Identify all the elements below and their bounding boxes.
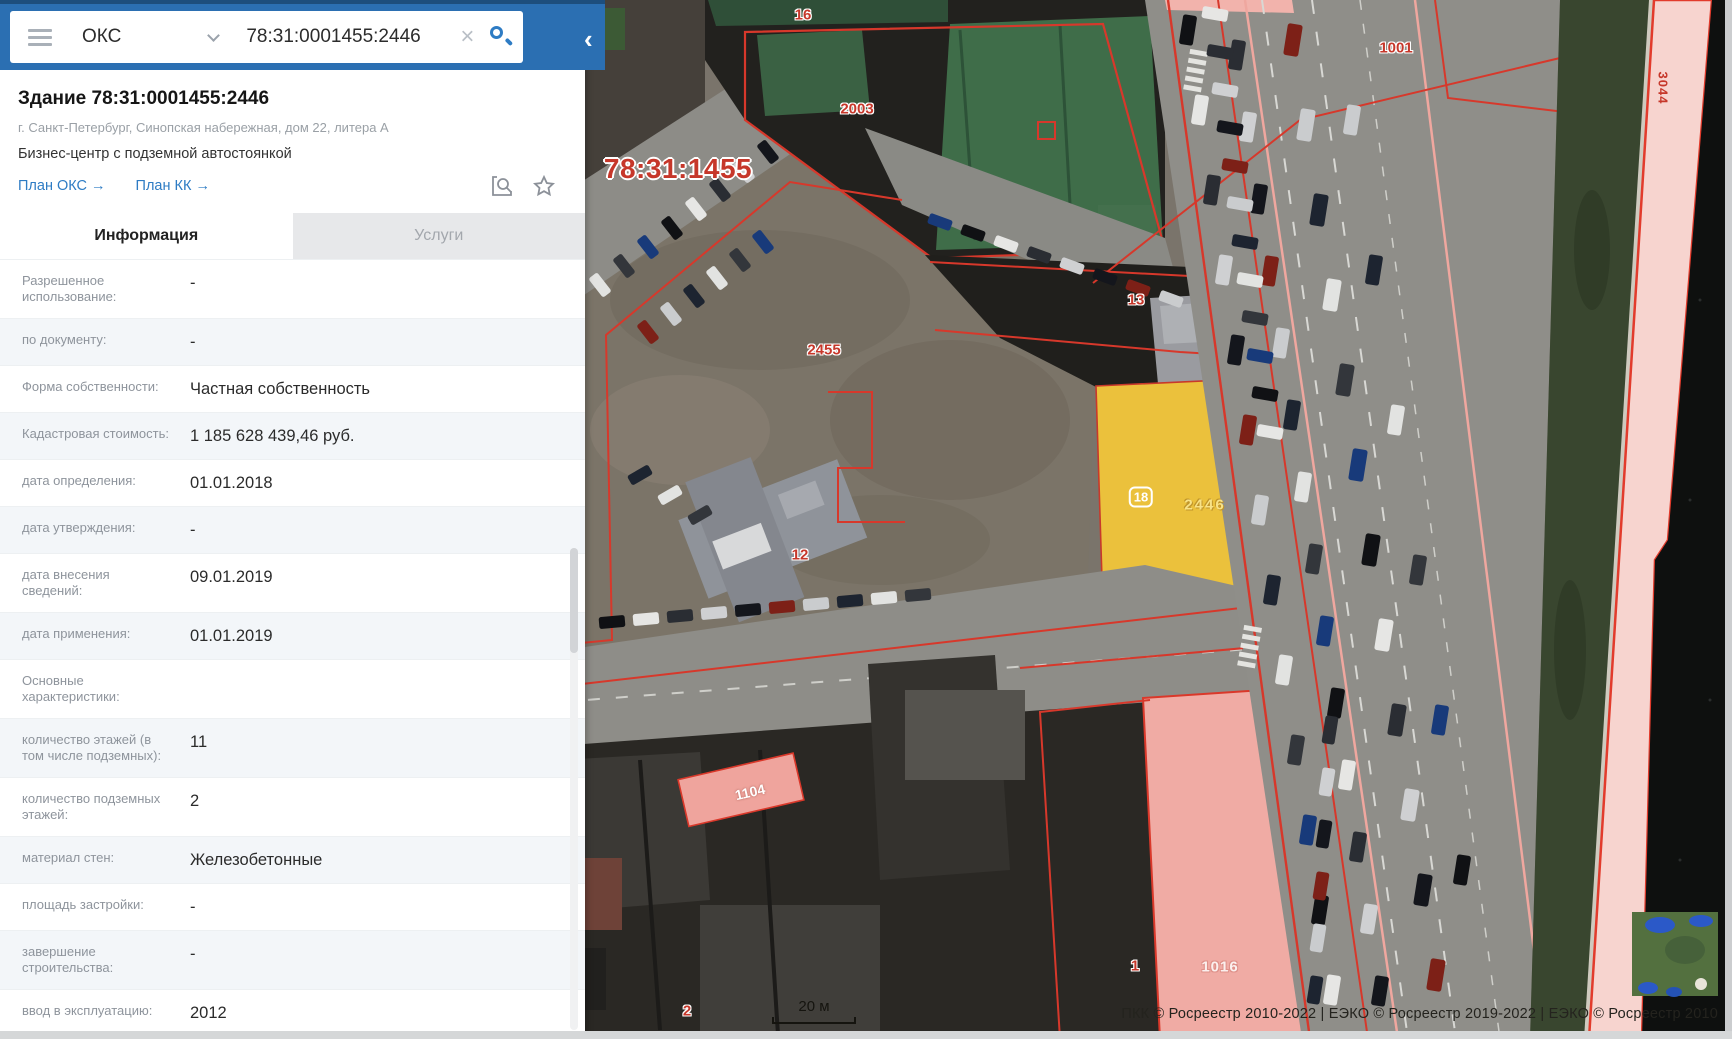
info-row-value: 2012 bbox=[190, 1003, 227, 1023]
info-row-label: по документу: bbox=[22, 332, 172, 352]
info-row-value: 01.01.2019 bbox=[190, 626, 273, 646]
info-row: дата утверждения:- bbox=[0, 506, 585, 553]
info-row-label: Основные характеристики: bbox=[22, 673, 172, 705]
plan-kk-link[interactable]: План КК → bbox=[136, 178, 210, 194]
search-category-select[interactable]: ОКС bbox=[52, 26, 218, 48]
info-row-label: дата утверждения: bbox=[22, 520, 172, 540]
menu-icon[interactable] bbox=[28, 25, 52, 50]
plan-oks-link[interactable]: План ОКС → bbox=[18, 178, 106, 194]
info-row-value: 1 185 628 439,46 руб. bbox=[190, 426, 355, 446]
info-row: дата внесения сведений: 09.01.2019 bbox=[0, 553, 585, 612]
info-row-label: дата применения: bbox=[22, 626, 172, 646]
info-row-label: дата определения: bbox=[22, 473, 172, 493]
search-header: ОКС × ‹ bbox=[0, 0, 605, 70]
map-attribution: ПКК © Росреестр 2010-2022 | ЕЭКО © Росре… bbox=[1121, 1006, 1718, 1022]
chevron-down-icon bbox=[207, 29, 220, 42]
object-title: Здание 78:31:0001455:2446 bbox=[18, 88, 567, 110]
info-row: площадь застройки:- bbox=[0, 883, 585, 930]
plan-links-row: План ОКС → План КК → bbox=[18, 175, 567, 197]
scale-bar: 20 м bbox=[772, 998, 856, 1024]
info-row-value: - bbox=[190, 944, 196, 976]
info-row-value: 2 bbox=[190, 791, 199, 823]
info-row-value: - bbox=[190, 332, 196, 352]
info-row-label: Разрешенное использование: bbox=[22, 273, 172, 305]
sidebar-scrollbar-thumb[interactable] bbox=[570, 548, 578, 653]
clear-search-icon[interactable]: × bbox=[460, 27, 474, 47]
search-icon[interactable] bbox=[490, 26, 512, 48]
info-row-value: Железобетонные bbox=[190, 850, 322, 870]
window-bottom-edge bbox=[0, 1031, 1732, 1039]
info-row-label: количество подземных этажей: bbox=[22, 791, 172, 823]
info-row: дата определения: 01.01.2018 bbox=[0, 459, 585, 506]
minimap-thumbnail bbox=[1632, 912, 1718, 997]
search-category-label: ОКС bbox=[82, 26, 121, 48]
info-row: количество подземных этажей: 2 bbox=[0, 777, 585, 836]
info-row-value: - bbox=[190, 273, 196, 305]
info-row: по документу:- bbox=[0, 318, 585, 365]
object-address: г. Санкт-Петербург, Синопская набережная… bbox=[18, 120, 567, 135]
info-row-value: Частная собственность bbox=[190, 379, 370, 399]
collapse-sidebar-icon[interactable]: ‹ bbox=[584, 28, 593, 50]
scale-bar-line bbox=[772, 1017, 856, 1024]
info-row: Основные характеристики: bbox=[0, 659, 585, 718]
object-subtitle: Бизнес-центр с подземной автостоянкой bbox=[18, 146, 567, 162]
info-row: количество этажей (в том числе подземных… bbox=[0, 718, 585, 777]
info-row-label: завершение строительства: bbox=[22, 944, 172, 976]
window-right-edge bbox=[1725, 0, 1732, 1039]
tab-information[interactable]: Информация bbox=[0, 213, 293, 259]
info-row-label: количество этажей (в том числе подземных… bbox=[22, 732, 172, 764]
pkk-app: 161001200378:31:145513245518244612110430… bbox=[0, 0, 1732, 1039]
info-row: материал стен: Железобетонные bbox=[0, 836, 585, 883]
info-row-label: Кадастровая стоимость: bbox=[22, 426, 172, 446]
info-row-label: площадь застройки: bbox=[22, 897, 172, 917]
info-row-value: 09.01.2019 bbox=[190, 567, 273, 599]
sidebar-scrollbar[interactable] bbox=[570, 548, 578, 1030]
scale-label: 20 м bbox=[772, 998, 856, 1015]
info-sidebar: Здание 78:31:0001455:2446 г. Санкт-Петер… bbox=[0, 0, 585, 1039]
info-row: ввод в эксплуатацию: 2012 bbox=[0, 989, 585, 1036]
info-row-value: 11 bbox=[190, 732, 207, 764]
info-row-value: - bbox=[190, 520, 196, 540]
info-row-label: ввод в эксплуатацию: bbox=[22, 1003, 172, 1023]
info-row-label: Форма собственности: bbox=[22, 379, 172, 399]
info-rows: Разрешенное использование:-по документу:… bbox=[0, 259, 585, 1036]
document-search-icon[interactable] bbox=[491, 175, 513, 197]
info-row: Форма собственности: Частная собственност… bbox=[0, 365, 585, 412]
info-row: Кадастровая стоимость: 1 185 628 439,46 р… bbox=[0, 412, 585, 459]
tab-services[interactable]: Услуги bbox=[293, 213, 586, 259]
favorite-star-icon[interactable] bbox=[533, 175, 555, 197]
info-row-label: дата внесения сведений: bbox=[22, 567, 172, 599]
info-row-value: - bbox=[190, 897, 196, 917]
info-row-value: 01.01.2018 bbox=[190, 473, 273, 493]
info-row-label: материал стен: bbox=[22, 850, 172, 870]
info-row: дата применения: 01.01.2019 bbox=[0, 612, 585, 659]
search-field: ОКС × bbox=[10, 11, 523, 63]
panel-tabs: ИнформацияУслуги bbox=[0, 213, 585, 259]
search-input[interactable] bbox=[244, 25, 454, 49]
info-row: Разрешенное использование:- bbox=[0, 259, 585, 318]
info-row: завершение строительства:- bbox=[0, 930, 585, 989]
